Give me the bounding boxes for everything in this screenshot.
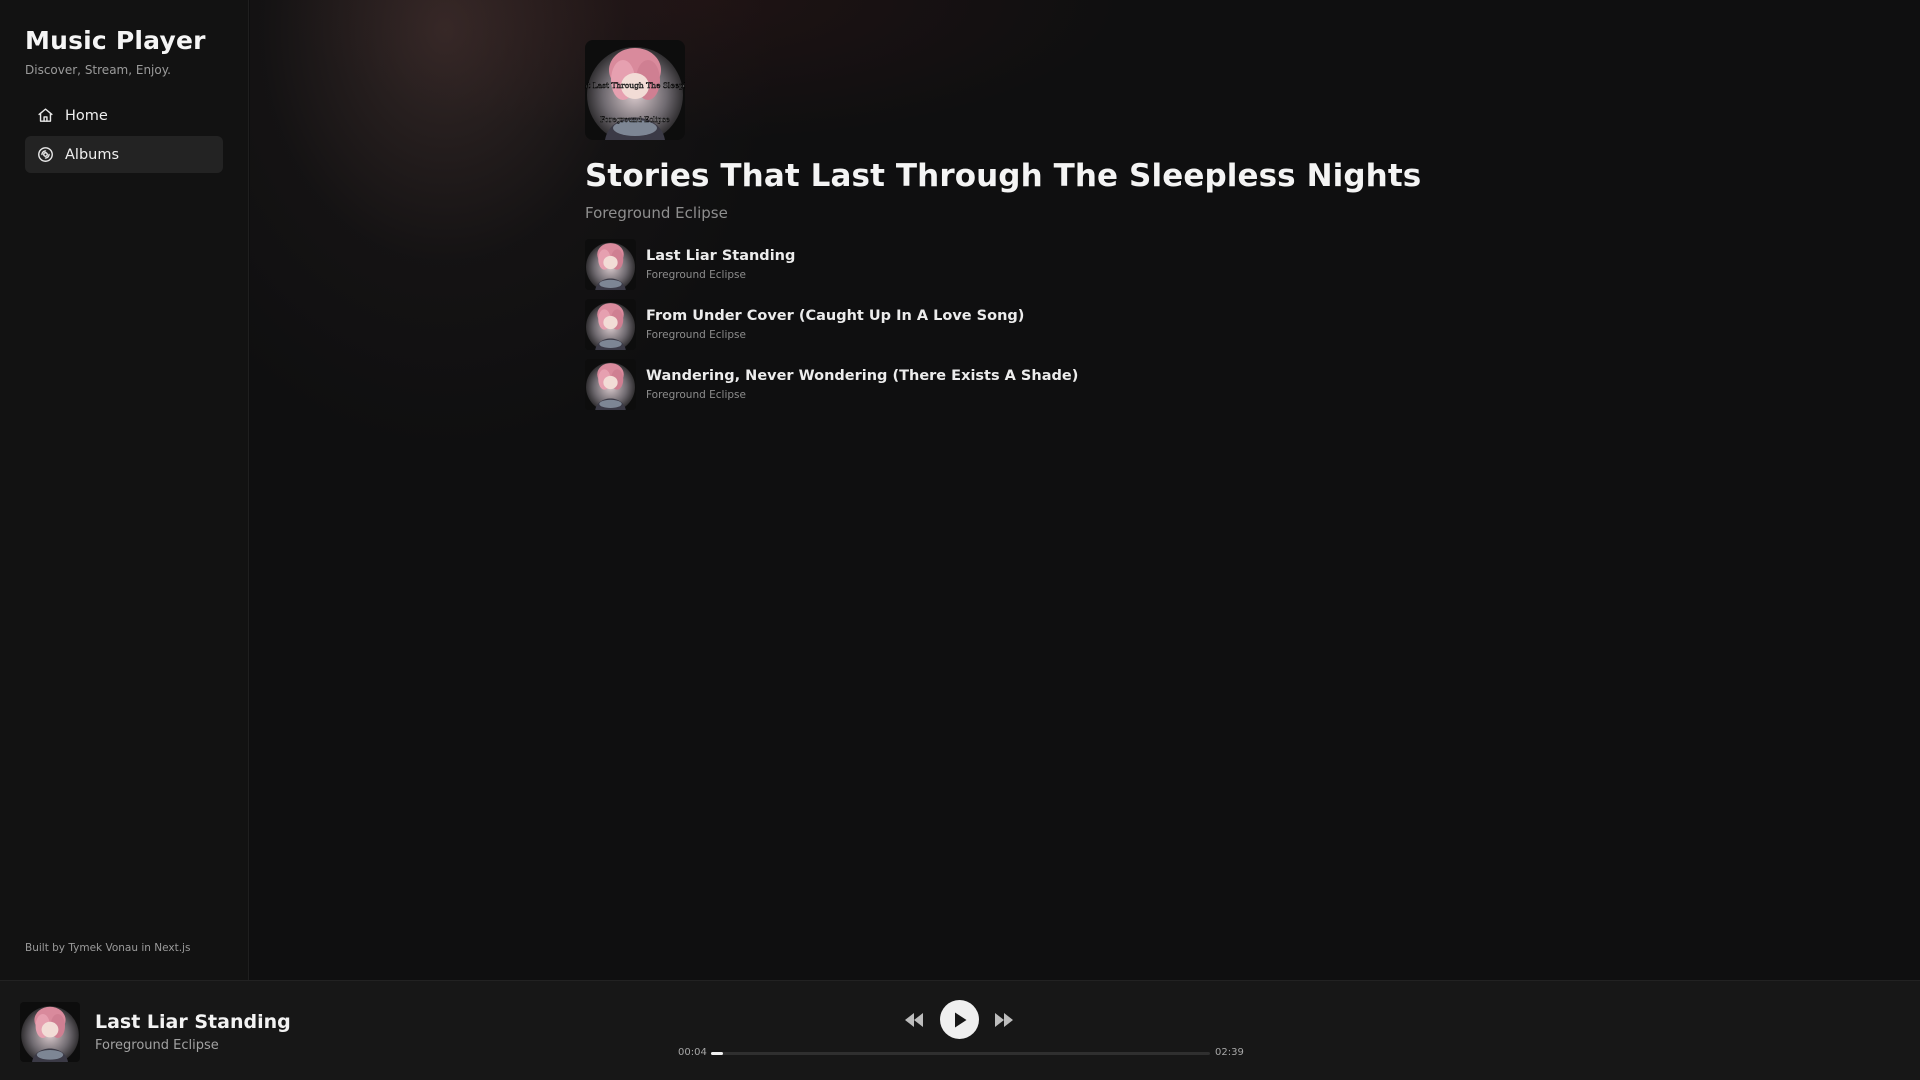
disc-icon [37, 146, 54, 163]
track-row[interactable]: Last Liar Standing Foreground Eclipse [585, 238, 1485, 290]
track-artist: Foreground Eclipse [646, 328, 746, 341]
progress-bar[interactable] [711, 1052, 1210, 1055]
play-button[interactable] [940, 1000, 979, 1039]
total-time: 02:39 [1215, 1047, 1244, 1058]
sidebar-nav: Home Albums [25, 97, 223, 173]
rewind-button[interactable] [902, 1009, 926, 1031]
fast-forward-button[interactable] [992, 1009, 1016, 1031]
progress-fill [711, 1052, 724, 1055]
sidebar-item-albums[interactable]: Albums [25, 136, 223, 173]
app-tagline: Discover, Stream, Enjoy. [25, 63, 171, 77]
track-list: Last Liar Standing Foreground Eclipse Fr… [585, 238, 1485, 410]
track-artist: Foreground Eclipse [646, 388, 746, 401]
album-title: Stories That Last Through The Sleepless … [585, 158, 1422, 194]
fast-forward-icon [995, 1013, 1013, 1027]
sidebar-item-label: Home [65, 107, 108, 124]
home-icon [37, 107, 54, 124]
app-title: Music Player [25, 26, 206, 55]
track-title: Wandering, Never Wondering (There Exists… [646, 367, 1079, 384]
credit-text: Built by Tymek Vonau in Next.js [25, 942, 191, 954]
sidebar-item-label: Albums [65, 146, 120, 163]
play-icon [954, 1012, 966, 1027]
track-row[interactable]: From Under Cover (Caught Up In A Love So… [585, 298, 1485, 350]
rewind-icon [905, 1013, 923, 1027]
main-content: Stories That Last Through The Sleepless … [250, 0, 1920, 980]
track-thumbnail [585, 359, 636, 410]
now-playing-artist: Foreground Eclipse [95, 1038, 219, 1053]
track-row[interactable]: Wandering, Never Wondering (There Exists… [585, 358, 1485, 410]
track-title: Last Liar Standing [646, 247, 796, 264]
player-bar: Last Liar Standing Foreground Eclipse 00… [0, 980, 1920, 1080]
album-artist[interactable]: Foreground Eclipse [585, 204, 1485, 222]
track-thumbnail [585, 299, 636, 350]
album-cover-title: Stories That Last Through The Sleepless … [585, 81, 685, 90]
track-thumbnail [585, 239, 636, 290]
sidebar: Music Player Discover, Stream, Enjoy. Ho… [0, 0, 249, 980]
sidebar-item-home[interactable]: Home [25, 97, 223, 134]
album-view: Stories That Last Through The Sleepless … [585, 40, 1485, 418]
track-title: From Under Cover (Caught Up In A Love So… [646, 307, 1025, 324]
app-root: Music Player Discover, Stream, Enjoy. Ho… [0, 0, 1920, 1080]
album-cover: Stories That Last Through The Sleepless … [585, 40, 685, 140]
playback-controls [0, 1000, 1920, 1040]
track-artist: Foreground Eclipse [646, 268, 746, 281]
album-cover-artist: Foreground Eclipse [600, 116, 670, 124]
current-time: 00:04 [678, 1047, 707, 1058]
